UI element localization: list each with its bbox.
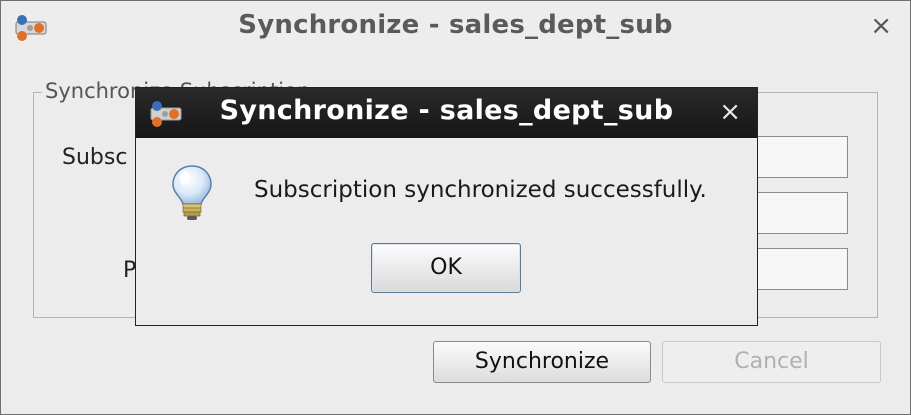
message-dialog: Synchronize - sales_dept_sub × Subscript… xyxy=(135,87,758,326)
synchronize-button[interactable]: Synchronize xyxy=(433,341,651,383)
ok-button[interactable]: OK xyxy=(371,243,521,293)
window-title: Synchronize - sales_dept_sub xyxy=(238,10,673,40)
subscription-label: Subsc xyxy=(62,145,128,170)
lightbulb-icon xyxy=(169,164,215,226)
window-titlebar[interactable]: Synchronize - sales_dept_sub × xyxy=(1,1,910,53)
dialog-title: Synchronize - sales_dept_sub xyxy=(219,95,674,126)
dialog-titlebar[interactable]: Synchronize - sales_dept_sub × xyxy=(136,88,757,138)
close-icon[interactable]: × xyxy=(870,11,892,41)
message-text: Subscription synchronized successfully. xyxy=(254,177,707,203)
cancel-button[interactable]: Cancel xyxy=(662,341,881,383)
close-icon[interactable]: × xyxy=(719,97,741,127)
